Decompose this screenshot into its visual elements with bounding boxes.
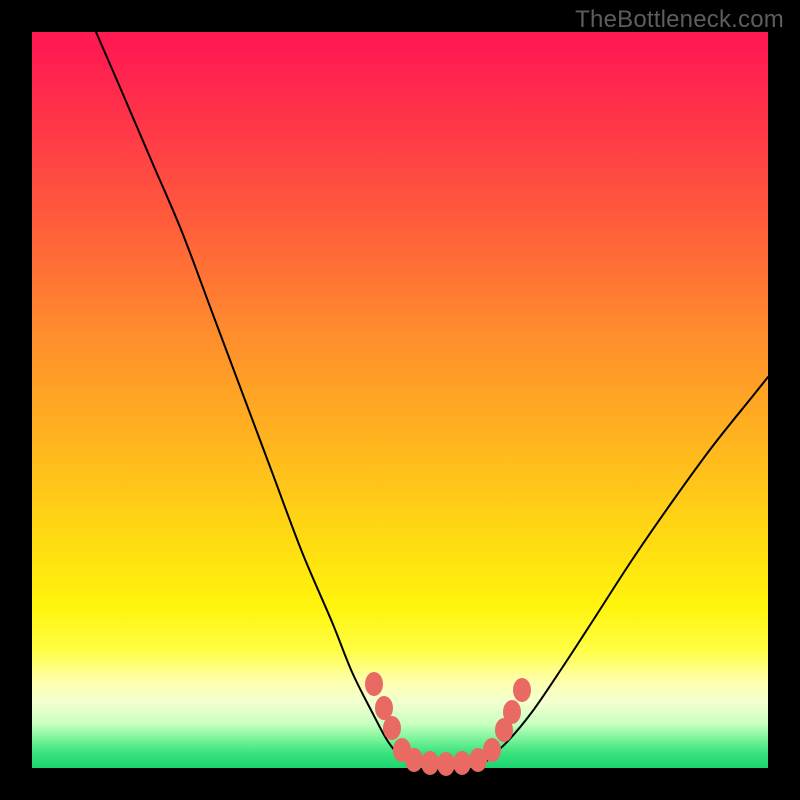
curve-marker [405,748,423,772]
curve-marker [421,751,439,775]
curve-marker [483,738,501,762]
curve-marker [453,751,471,775]
curve-marker [513,678,531,702]
curve-marker [503,700,521,724]
v-curve [96,32,768,764]
curve-marker [437,752,455,776]
watermark-text: TheBottleneck.com [575,6,784,34]
curve-layer [32,32,768,768]
plot-area [32,32,768,768]
curve-marker [383,716,401,740]
outer-frame: TheBottleneck.com [0,0,800,800]
curve-marker [365,672,383,696]
marker-group [365,672,531,776]
